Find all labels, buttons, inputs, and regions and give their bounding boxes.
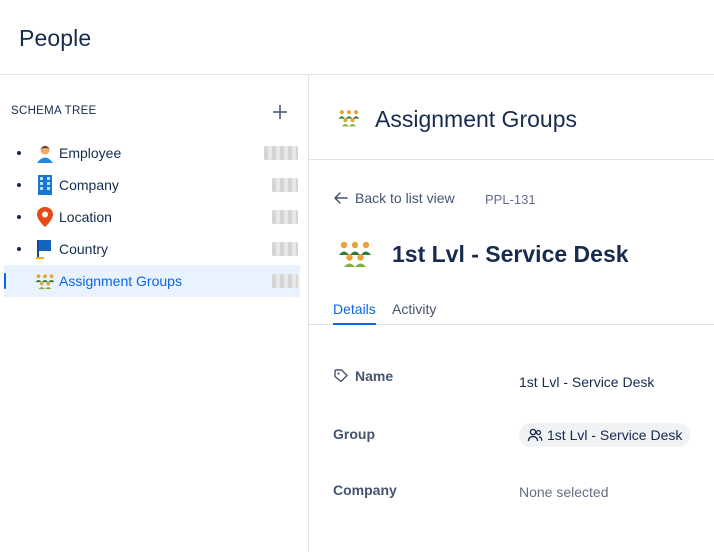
tree-item-label: Company — [59, 177, 119, 193]
tree-item-label: Location — [59, 209, 112, 225]
tree-item-assignment-groups[interactable]: Assignment Groups — [4, 265, 300, 297]
tree-bullet — [17, 183, 21, 187]
people-icon — [527, 428, 543, 442]
tree-item-label: Country — [59, 241, 109, 257]
tab-details[interactable]: Details — [333, 301, 376, 325]
tab-activity[interactable]: Activity — [392, 301, 436, 317]
tree-item-label: Employee — [59, 145, 122, 161]
group-icon — [338, 108, 360, 128]
tree-item-label: Assignment Groups — [59, 273, 182, 289]
person-icon — [35, 143, 55, 163]
tag-icon — [334, 369, 348, 383]
group-icon — [338, 240, 372, 268]
attribute-label-company: Company — [333, 482, 397, 498]
object-type-title: Assignment Groups — [375, 106, 577, 132]
item-count-badge — [272, 178, 298, 192]
back-link-label: Back to list view — [355, 190, 455, 206]
object-type-header: Assignment Groups — [309, 75, 714, 160]
schema-tree-sidebar: SCHEMA TREE Employee Company Location Co… — [0, 75, 309, 552]
group-reference-chip[interactable]: 1st Lvl - Service Desk — [519, 423, 691, 447]
plus-icon — [273, 105, 287, 119]
detail-tabs: Details Activity — [309, 295, 714, 325]
tree-item-company[interactable]: Company — [4, 169, 300, 201]
map-pin-icon — [35, 207, 55, 227]
tree-item-country[interactable]: Country — [4, 233, 300, 265]
object-key: PPL-131 — [485, 192, 536, 207]
item-count-badge — [272, 242, 298, 256]
group-icon — [35, 271, 55, 291]
item-count-badge — [272, 274, 298, 288]
back-to-list-link[interactable]: Back to list view — [333, 190, 455, 206]
tree-bullet — [17, 247, 21, 251]
building-icon — [35, 175, 55, 195]
attribute-value-name: 1st Lvl - Service Desk — [519, 374, 655, 390]
attribute-value-company: None selected — [519, 484, 609, 500]
page-title: People — [19, 25, 92, 51]
arrow-left-icon — [334, 192, 348, 204]
page-header: People — [0, 0, 714, 75]
tree-item-employee[interactable]: Employee — [4, 137, 300, 169]
attribute-label-name: Name — [333, 368, 393, 384]
object-detail-panel: Assignment Groups Back to list view PPL-… — [309, 75, 714, 552]
attribute-label-group: Group — [333, 426, 375, 442]
attribute-label-text: Company — [333, 482, 397, 498]
item-count-badge — [272, 210, 298, 224]
item-count-badge — [264, 146, 298, 160]
add-object-type-button[interactable] — [266, 99, 294, 125]
tree-item-location[interactable]: Location — [4, 201, 300, 233]
attribute-label-text: Name — [355, 368, 394, 384]
flag-icon — [35, 239, 55, 259]
attribute-label-text: Group — [333, 426, 375, 442]
tree-bullet — [17, 215, 21, 219]
tree-bullet — [17, 151, 21, 155]
object-title: 1st Lvl - Service Desk — [392, 241, 629, 267]
schema-tree-heading: SCHEMA TREE — [11, 105, 97, 117]
tree-selection-indicator — [4, 273, 6, 289]
group-reference-label: 1st Lvl - Service Desk — [547, 427, 683, 443]
